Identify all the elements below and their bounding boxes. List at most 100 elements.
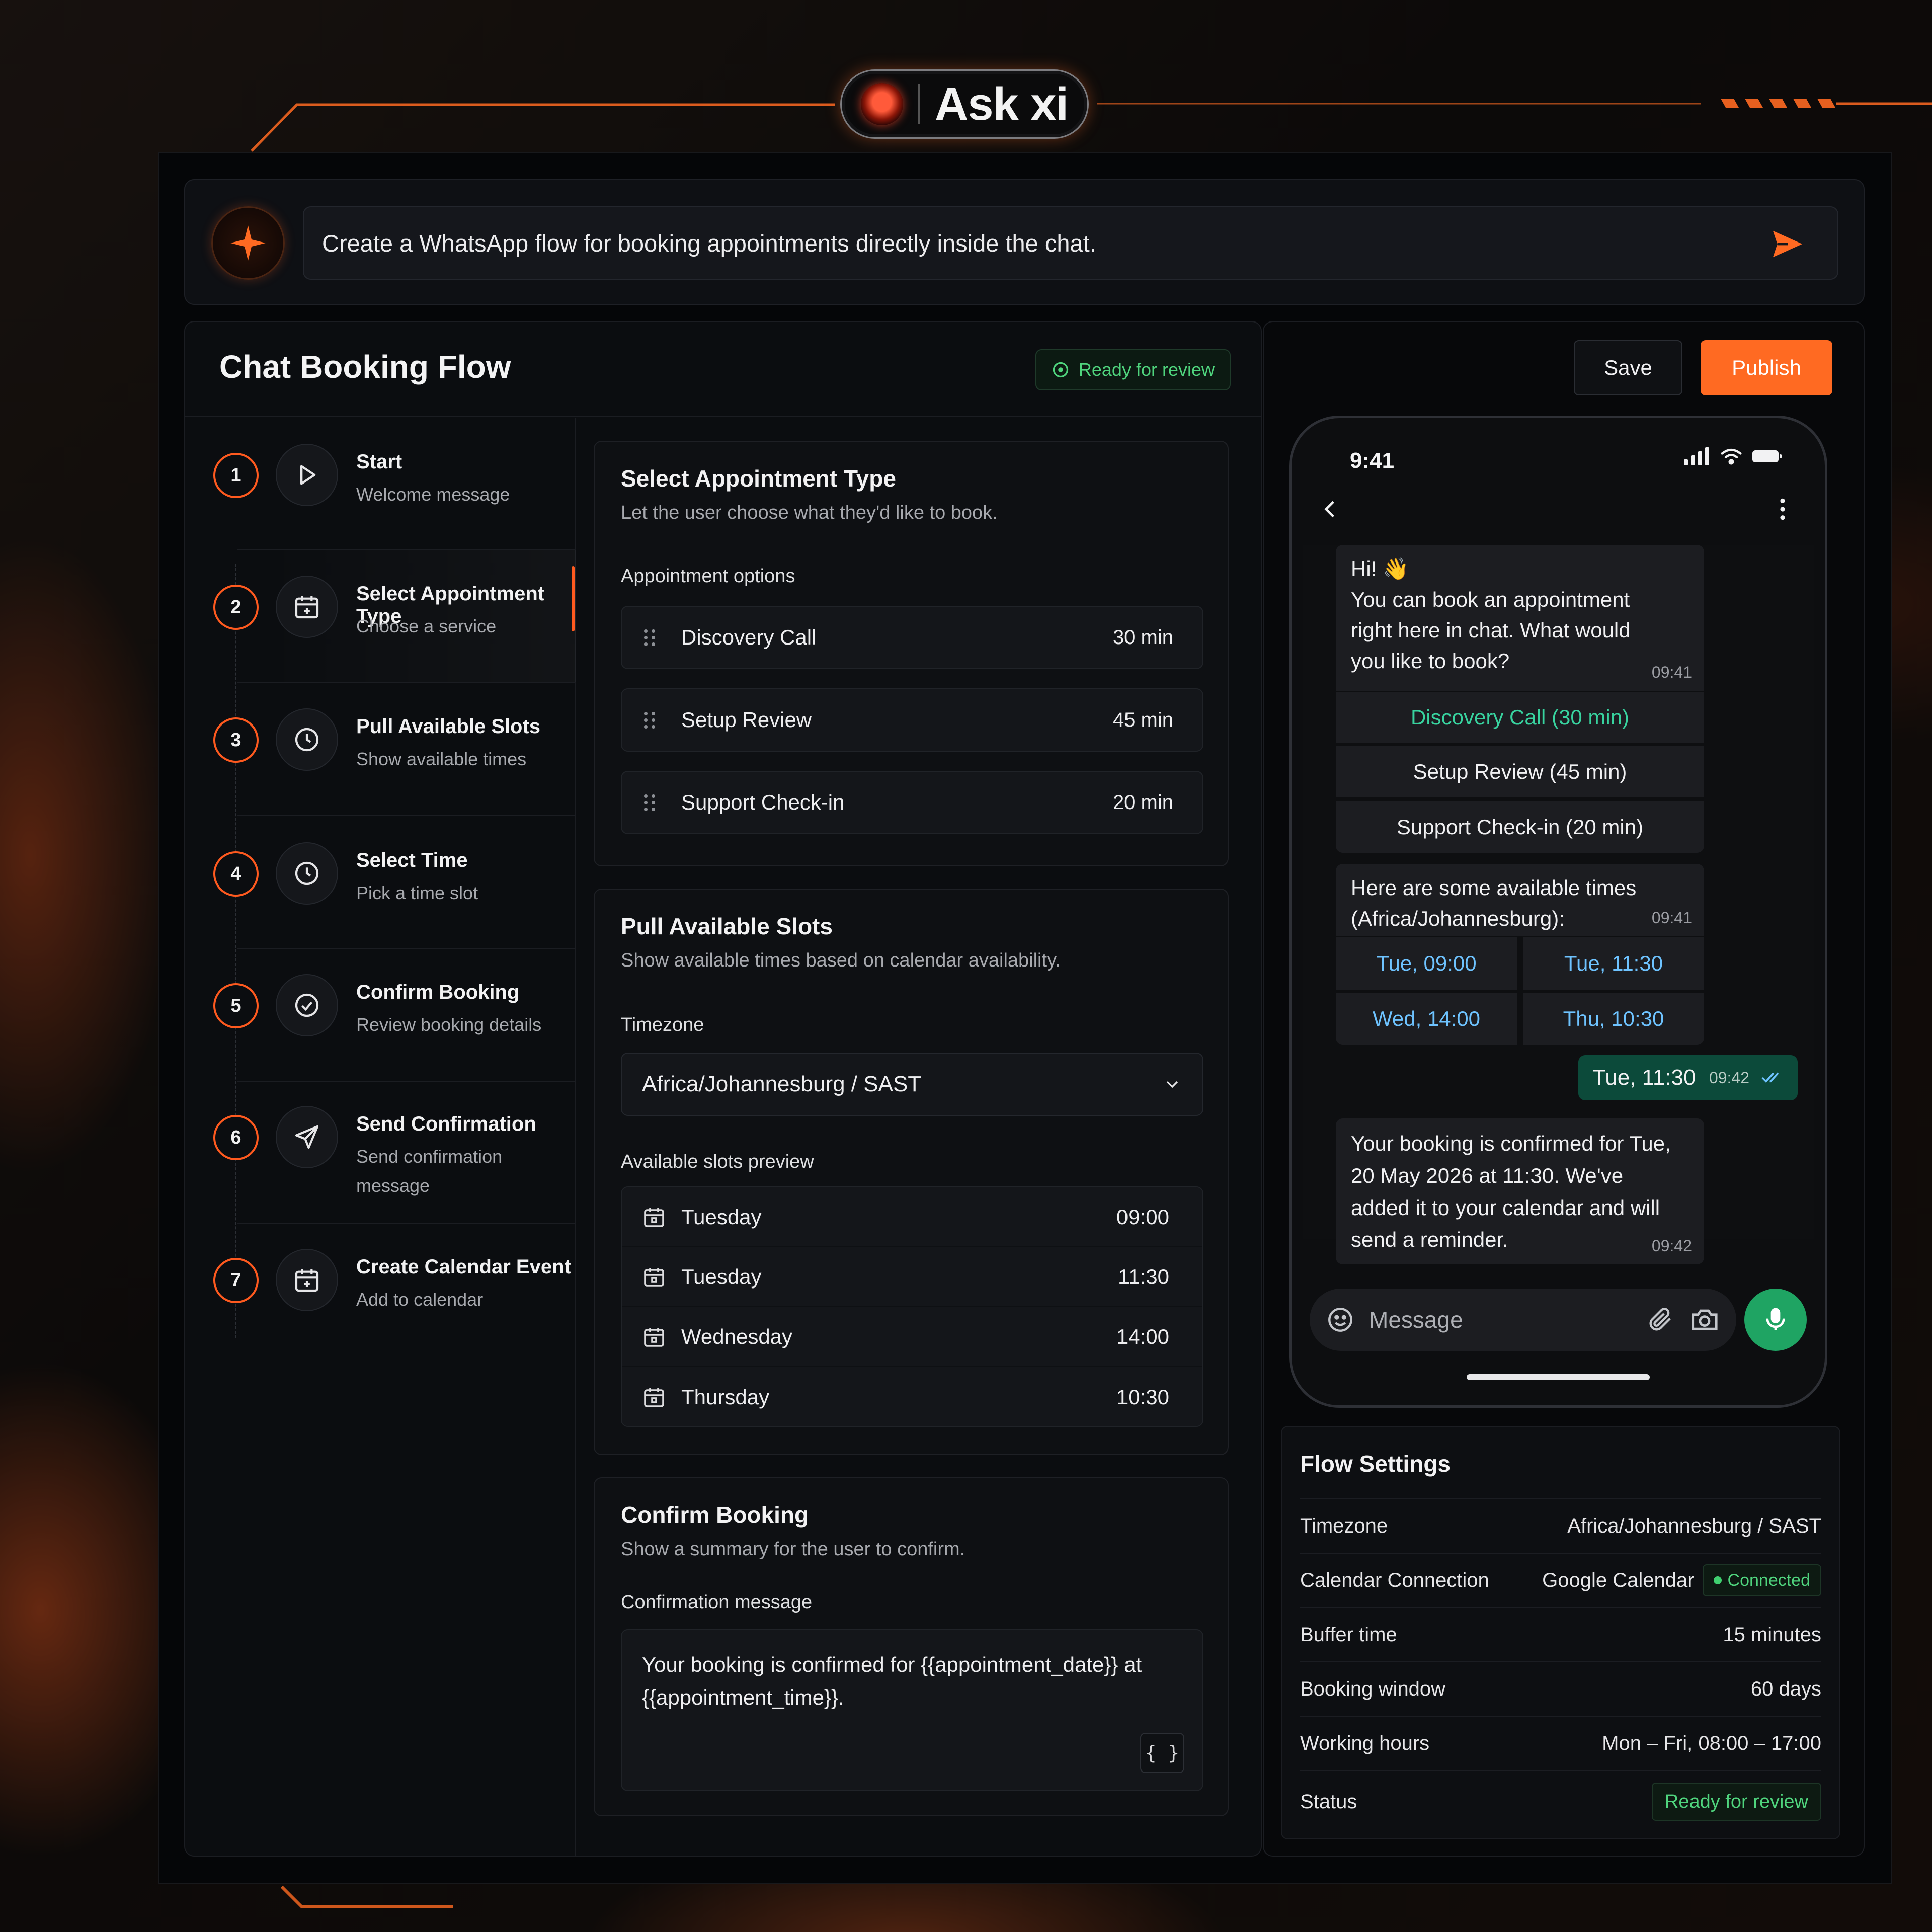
time-slot-button[interactable]: Tue, 09:00 (1336, 937, 1517, 990)
step-number: 1 (213, 453, 259, 498)
calendar-icon (644, 1327, 664, 1347)
status-badge-label: Ready for review (1078, 359, 1215, 380)
timezone-value: Africa/Johannesburg / SAST (642, 1072, 922, 1096)
message-input[interactable]: Message (1310, 1289, 1736, 1351)
status-badge: Ready for review (1035, 349, 1231, 390)
step-start[interactable]: 1 Start Welcome message (185, 418, 576, 550)
wifi-icon (1721, 448, 1742, 465)
double-check-icon (1761, 1072, 1779, 1083)
option-name: Setup Review (681, 708, 812, 732)
time-slot-button[interactable]: Wed, 14:00 (1336, 993, 1517, 1045)
step-confirm-booking[interactable]: 5 Confirm Booking Review booking details (185, 949, 576, 1082)
step-desc: Add to calendar (356, 1289, 484, 1310)
option-duration: 20 min (1112, 791, 1173, 814)
drag-handle-icon[interactable] (644, 794, 659, 811)
quick-reply-button[interactable]: Discovery Call (30 min) (1336, 691, 1704, 743)
chevron-down-icon (1166, 1081, 1178, 1088)
intro-text: You can book an appointment right here i… (1351, 587, 1631, 673)
step-pull-available-slots[interactable]: 3 Pull Available Slots Show available ti… (185, 683, 576, 816)
microphone-icon (1766, 1308, 1785, 1330)
step-number: 5 (213, 983, 259, 1028)
message-time: 09:41 (1651, 908, 1692, 927)
incoming-message: Your booking is confirmed for Tue, 20 Ma… (1336, 1118, 1704, 1264)
settings-title: Flow Settings (1300, 1451, 1451, 1477)
slot-time: 14:00 (1116, 1324, 1169, 1348)
step-send-confirmation[interactable]: 6 Send Confirmation Send confirmation me… (185, 1082, 576, 1224)
option-name: Support Check-in (681, 790, 845, 814)
step-create-calendar-event[interactable]: 7 Create Calendar Event Add to calendar (185, 1224, 576, 1356)
slot-row[interactable]: Wednesday 14:00 (622, 1307, 1202, 1367)
calendar-icon (644, 1388, 664, 1407)
card-title: Confirm Booking (621, 1502, 809, 1528)
option-row[interactable]: Discovery Call 30 min (621, 606, 1203, 669)
drag-handle-icon[interactable] (644, 629, 659, 646)
quick-reply-button[interactable]: Setup Review (45 min) (1336, 745, 1704, 797)
clock-icon (276, 842, 338, 905)
emoji-icon[interactable] (1326, 1305, 1355, 1334)
step-select-appointment-type[interactable]: 2 Select Appointment Type Choose a servi… (185, 550, 576, 683)
card-desc: Show a summary for the user to confirm. (621, 1539, 965, 1560)
step-desc: Send confirmation message (356, 1146, 503, 1196)
timezone-select[interactable]: Africa/Johannesburg / SAST (621, 1053, 1203, 1116)
settings-row: Calendar Connection Google Calendar Conn… (1300, 1553, 1821, 1607)
settings-row: Status Ready for review (1300, 1770, 1821, 1832)
publish-button[interactable]: Publish (1701, 340, 1832, 395)
option-duration: 30 min (1112, 626, 1173, 649)
option-row[interactable]: Support Check-in 20 min (621, 771, 1203, 834)
slots-message-text: Here are some available times (Africa/Jo… (1351, 876, 1637, 930)
prompt-text: Create a WhatsApp flow for booking appoi… (322, 229, 1096, 257)
setting-key: Working hours (1300, 1732, 1430, 1754)
step-title: Send Confirmation (356, 1113, 536, 1135)
active-step-indicator (572, 566, 575, 631)
preview-panel: Save Publish 9:41 Hi! 👋 You can book an … (1263, 321, 1865, 1857)
time-slot-button[interactable]: Thu, 10:30 (1523, 993, 1704, 1045)
send-icon[interactable] (1766, 222, 1809, 266)
quick-reply-button[interactable]: Support Check-in (20 min) (1336, 800, 1704, 853)
check-circle-icon (1053, 362, 1069, 378)
incoming-message: Here are some available times (Africa/Jo… (1336, 864, 1704, 936)
slot-row[interactable]: Tuesday 11:30 (622, 1247, 1202, 1307)
steps-list: 1 Start Welcome message 2 Select Appoint… (185, 418, 576, 1856)
brand-divider (918, 84, 920, 124)
slot-time: 10:30 (1116, 1385, 1169, 1409)
message-time: 09:42 (1651, 1236, 1692, 1255)
send-icon (276, 1106, 338, 1168)
drag-handle-icon[interactable] (644, 711, 659, 729)
card-title: Select Appointment Type (621, 465, 896, 492)
card-desc: Let the user choose what they'd like to … (621, 502, 998, 523)
microphone-button[interactable] (1744, 1289, 1807, 1351)
settings-row: Timezone Africa/Johannesburg / SAST (1300, 1498, 1821, 1553)
outgoing-message: Tue, 11:30 09:42 (1578, 1055, 1798, 1100)
appointment-type-card: Select Appointment Type Let the user cho… (594, 441, 1229, 866)
slot-row[interactable]: Thursday 10:30 (622, 1367, 1202, 1426)
save-button[interactable]: Save (1574, 340, 1682, 395)
message-placeholder: Message (1369, 1307, 1463, 1333)
step-select-time[interactable]: 4 Select Time Pick a time slot (185, 816, 576, 949)
more-vertical-icon[interactable] (1777, 497, 1789, 522)
flow-settings: Flow Settings Timezone Africa/Johannesbu… (1281, 1426, 1840, 1839)
prompt-input[interactable]: Create a WhatsApp flow for booking appoi… (303, 206, 1838, 280)
step-number: 4 (213, 851, 259, 897)
setting-key: Buffer time (1300, 1623, 1397, 1646)
settings-row: Working hours Mon – Fri, 08:00 – 17:00 (1300, 1716, 1821, 1770)
step-number: 7 (213, 1258, 259, 1303)
phone-preview: 9:41 Hi! 👋 You can book an appointment r… (1289, 416, 1827, 1408)
slot-row[interactable]: Tuesday 09:00 (622, 1187, 1202, 1247)
step-title: Confirm Booking (356, 981, 520, 1003)
confirmation-text: Your booking is confirmed for Tue, 20 Ma… (1351, 1132, 1671, 1252)
step-number: 2 (213, 585, 259, 630)
confirmation-message-text: Your booking is confirmed for {{appointm… (642, 1653, 1142, 1710)
prompt-bar: Create a WhatsApp flow for booking appoi… (184, 179, 1865, 305)
time-slot-button[interactable]: Tue, 11:30 (1523, 937, 1704, 990)
camera-icon[interactable] (1689, 1304, 1720, 1335)
step-title: Create Calendar Event (356, 1256, 571, 1278)
step-title: Select Time (356, 849, 468, 871)
brand-logo-icon (860, 83, 903, 125)
insert-variable-button[interactable]: { } (1140, 1733, 1184, 1773)
setting-key: Timezone (1300, 1514, 1388, 1537)
option-row[interactable]: Setup Review 45 min (621, 688, 1203, 752)
back-chevron-icon[interactable] (1318, 497, 1343, 522)
step-desc: Choose a service (356, 616, 497, 636)
paperclip-icon[interactable] (1646, 1305, 1675, 1334)
confirmation-message-input[interactable]: Your booking is confirmed for {{appointm… (621, 1629, 1203, 1791)
